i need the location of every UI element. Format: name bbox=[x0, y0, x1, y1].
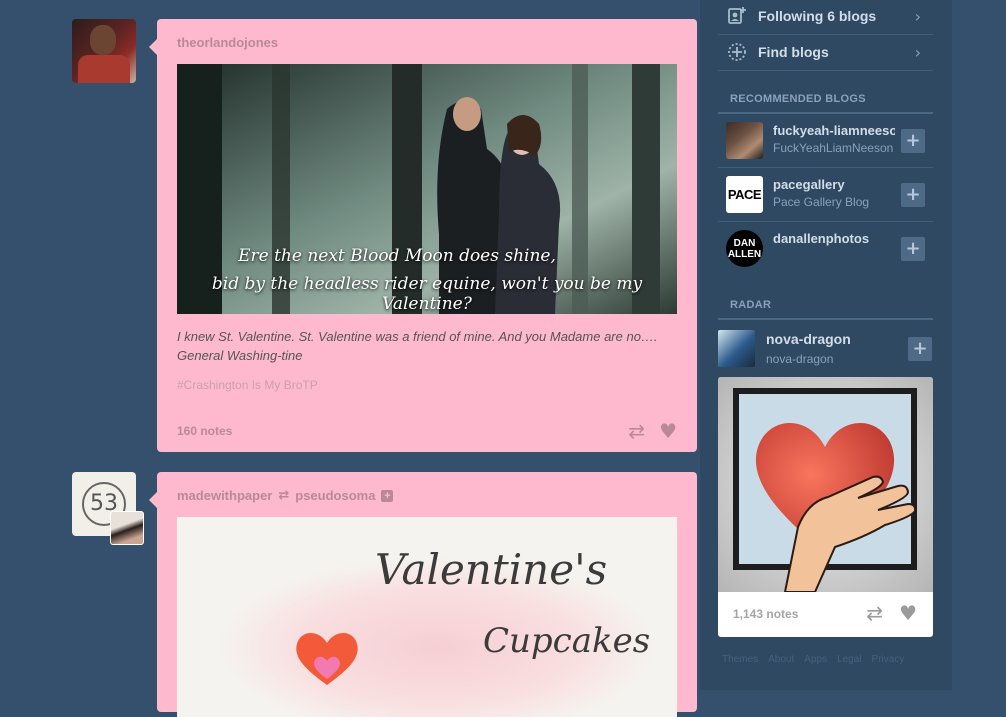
post-avatar-theorlandojones[interactable] bbox=[72, 19, 136, 83]
follow-button[interactable]: + bbox=[908, 337, 932, 361]
post-author-link[interactable]: madewithpaper bbox=[177, 488, 272, 503]
find-blogs-label: Find blogs bbox=[758, 44, 829, 60]
heart-icon[interactable]: ♥ bbox=[659, 419, 677, 443]
blog-name[interactable]: fuckyeah-liamneeson bbox=[773, 123, 895, 138]
footer-link-apps[interactable]: Apps bbox=[804, 654, 827, 665]
post-author-link[interactable]: theorlandojones bbox=[177, 35, 278, 50]
post-body-text: I knew St. Valentine. St. Valentine was … bbox=[177, 329, 658, 363]
follow-plus-icon[interactable]: + bbox=[381, 489, 394, 502]
footer-link-privacy[interactable]: Privacy bbox=[872, 654, 905, 665]
radar-post-card[interactable]: 1,143 notes ⇄ ♥ bbox=[718, 377, 933, 637]
post-tag[interactable]: #Crashington Is My BroTP bbox=[177, 378, 318, 392]
radar-blog-subtitle: nova-dragon bbox=[766, 352, 834, 366]
blog-subtitle: Pace Gallery Blog bbox=[773, 195, 870, 209]
post-photo[interactable]: Valentine's Cupcakes bbox=[177, 517, 677, 717]
post-header: madewithpaper ⇄ pseudosoma + bbox=[177, 488, 394, 503]
image-handwritten-title: Valentine's bbox=[375, 545, 608, 594]
find-blogs-link[interactable]: Find blogs › bbox=[718, 34, 933, 71]
avatar-face bbox=[90, 25, 116, 55]
heart-icon[interactable]: ♥ bbox=[899, 601, 917, 625]
image-caption-line-2: bid by the headless rider equine, won't … bbox=[211, 274, 643, 314]
section-divider bbox=[718, 318, 933, 320]
chevron-right-icon: › bbox=[914, 6, 921, 26]
reblog-icon[interactable]: ⇄ bbox=[628, 419, 645, 443]
post-card: theorlandojones Ere the next Blood Moon … bbox=[149, 19, 697, 452]
footer-link-themes[interactable]: Themes bbox=[722, 654, 758, 665]
follow-button[interactable]: + bbox=[901, 237, 925, 261]
reblog-icon: ⇄ bbox=[278, 488, 290, 503]
follow-button[interactable]: + bbox=[901, 129, 925, 153]
blog-avatar[interactable]: PACE bbox=[726, 176, 763, 213]
reblog-source-avatar[interactable] bbox=[110, 511, 144, 545]
blog-name[interactable]: danallenphotos bbox=[773, 231, 895, 246]
blog-avatar[interactable]: DAN ALLEN bbox=[726, 230, 763, 267]
footer-link-legal[interactable]: Legal bbox=[837, 654, 861, 665]
following-blogs-link[interactable]: Following 6 blogs › bbox=[718, 0, 933, 35]
blog-subtitle: FuckYeahLiamNeeson bbox=[773, 141, 894, 155]
recommended-blog-item[interactable]: fuckyeah-liamneeson FuckYeahLiamNeeson + bbox=[718, 113, 933, 168]
recommended-blog-item[interactable]: PACE pacegallery Pace Gallery Blog + bbox=[718, 167, 933, 222]
footer-links: Themes About Apps Legal Privacy bbox=[722, 654, 904, 665]
radar-heart-painting bbox=[718, 377, 933, 592]
radar-blog-avatar[interactable] bbox=[718, 330, 755, 367]
footer-link-about[interactable]: About bbox=[768, 654, 794, 665]
post-actions: ⇄ ♥ bbox=[628, 419, 677, 443]
compass-icon bbox=[726, 41, 748, 63]
chevron-right-icon: › bbox=[914, 42, 921, 62]
image-caption-line-1: Ere the next Blood Moon does shine, bbox=[238, 246, 556, 266]
following-blogs-label: Following 6 blogs bbox=[758, 8, 877, 24]
recommended-blog-item[interactable]: DAN ALLEN danallenphotos + bbox=[718, 221, 933, 275]
reblogged-from-link[interactable]: pseudosoma bbox=[295, 488, 375, 503]
post-notes-count[interactable]: 160 notes bbox=[177, 424, 232, 438]
right-gutter bbox=[952, 0, 1006, 690]
blog-avatar[interactable] bbox=[726, 122, 763, 159]
recommended-blogs-heading: RECOMMENDED BLOGS bbox=[730, 93, 866, 105]
post-card: madewithpaper ⇄ pseudosoma + Valentine's… bbox=[149, 472, 697, 717]
add-person-icon bbox=[726, 5, 748, 27]
blog-name[interactable]: pacegallery bbox=[773, 177, 895, 192]
follow-button[interactable]: + bbox=[901, 183, 925, 207]
post-photo[interactable]: Ere the next Blood Moon does shine, bid … bbox=[177, 64, 677, 314]
reblog-icon[interactable]: ⇄ bbox=[866, 601, 883, 625]
radar-heading: RADAR bbox=[730, 299, 772, 311]
radar-notes-count[interactable]: 1,143 notes bbox=[733, 607, 798, 621]
radar-blog-name[interactable]: nova-dragon bbox=[766, 331, 851, 347]
avatar-shirt bbox=[78, 55, 130, 83]
radar-post-actions: ⇄ ♥ bbox=[866, 601, 917, 625]
cupcake-heart-illustration bbox=[296, 632, 358, 685]
image-handwritten-subtitle: Cupcakes bbox=[483, 621, 651, 661]
